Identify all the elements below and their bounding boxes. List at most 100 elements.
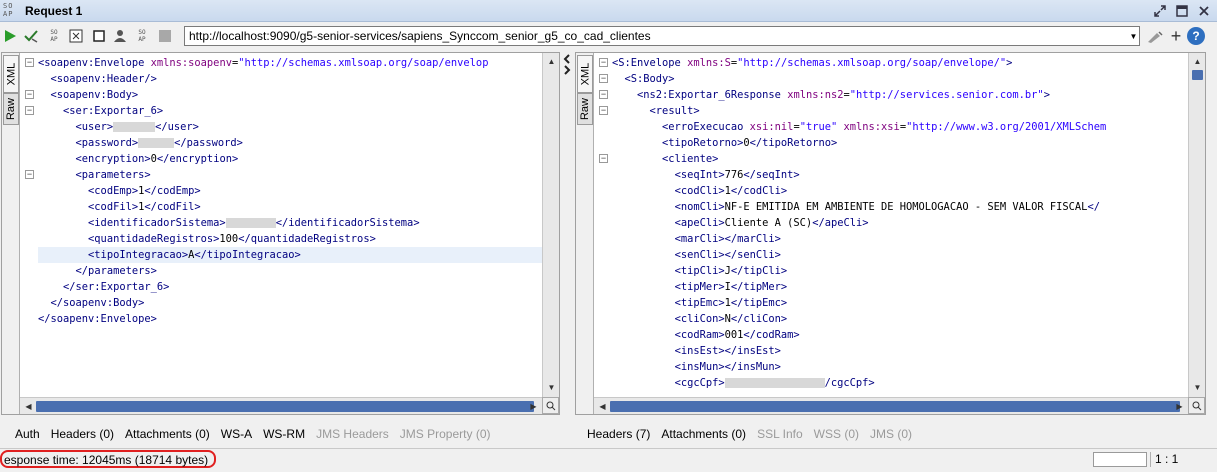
request-xml-code[interactable]: <soapenv:Envelope xmlns:soapenv="http://… [38,55,543,327]
code-line[interactable]: </ser:Exportar_6> [38,279,543,295]
tab-wss-0[interactable]: WSS (0) [814,427,859,441]
tab-xml-response[interactable]: XML [577,55,593,93]
tab-auth[interactable]: Auth [15,427,40,441]
tab-jms-0[interactable]: JMS (0) [870,427,912,441]
tab-ws-rm[interactable]: WS-RM [263,427,305,441]
zoom-fit-icon[interactable] [68,28,84,44]
scrollbar-thumb[interactable] [610,401,1180,412]
scroll-up-icon[interactable]: ▲ [1189,53,1206,70]
tab-jms-property-0[interactable]: JMS Property (0) [400,427,491,441]
fold-toggle-icon[interactable]: − [25,106,34,115]
chevron-down-icon[interactable]: ▼ [1127,27,1140,45]
fold-toggle-icon[interactable]: − [25,58,34,67]
code-line[interactable]: <tipMer>I</tipMer> [612,279,1188,295]
code-line[interactable]: <codFil>1</codFil> [38,199,543,215]
fold-toggle-icon[interactable]: − [599,74,608,83]
soap-action-icon[interactable]: SO AP [46,28,62,44]
code-line[interactable]: <insMun></insMun> [612,359,1188,375]
code-line[interactable]: <codEmp>1</codEmp> [38,183,543,199]
response-xml-code[interactable]: <S:Envelope xmlns:S="http://schemas.xmls… [612,55,1188,395]
zoom-icon[interactable] [542,397,559,414]
code-line[interactable]: <erroExecucao xsi:nil="true" xmlns:xsi="… [612,119,1188,135]
code-line[interactable]: <senCli></senCli> [612,247,1188,263]
scrollbar-thumb[interactable] [1192,70,1203,80]
code-line[interactable]: <S:Body> [612,71,1188,87]
tab-ssl-info[interactable]: SSL Info [757,427,803,441]
fold-toggle-icon[interactable]: − [599,106,608,115]
scroll-down-icon[interactable]: ▼ [543,379,560,396]
run-icon[interactable] [2,28,18,44]
response-horizontal-scrollbar[interactable]: ◀ ▶ [594,397,1188,414]
fold-toggle-icon[interactable]: − [599,58,608,67]
code-line[interactable]: <insEst></insEst> [612,343,1188,359]
fold-toggle-icon[interactable]: − [25,170,34,179]
code-line[interactable]: <user> </user> [38,119,543,135]
tab-attachments-0[interactable]: Attachments (0) [125,427,210,441]
endpoint-url-input[interactable]: http://localhost:9090/g5-senior-services… [184,26,1140,46]
code-line[interactable]: <tipoIntegracao>A</tipoIntegracao> [38,247,543,263]
tab-raw-response[interactable]: Raw [577,93,593,125]
code-line[interactable]: <parameters> [38,167,543,183]
code-line[interactable]: <soapenv:Body> [38,87,543,103]
scrollbar-thumb[interactable] [36,401,534,412]
tab-attachments-0[interactable]: Attachments (0) [661,427,746,441]
code-line[interactable]: <seqInt>776</seqInt> [612,167,1188,183]
add-icon[interactable]: + [1168,26,1184,46]
edit-endpoint-icon[interactable] [1147,29,1163,45]
code-line[interactable]: <marCli></marCli> [612,231,1188,247]
tab-jms-headers[interactable]: JMS Headers [316,427,389,441]
zoom-icon[interactable] [1188,397,1205,414]
tab-headers-7[interactable]: Headers (7) [587,427,650,441]
scroll-left-icon[interactable]: ◀ [594,398,611,415]
close-icon[interactable] [1195,2,1213,19]
scroll-down-icon[interactable]: ▼ [1189,379,1206,396]
code-line[interactable]: </parameters> [38,263,543,279]
scroll-right-icon[interactable]: ▶ [525,398,542,415]
maximize-icon[interactable] [1173,2,1191,19]
tab-ws-a[interactable]: WS-A [221,427,252,441]
tab-raw-request[interactable]: Raw [3,93,19,125]
fold-toggle-icon[interactable]: − [599,90,608,99]
request-horizontal-scrollbar[interactable]: ◀ ▶ [20,397,542,414]
code-line[interactable]: <cliente> [612,151,1188,167]
code-line[interactable]: <cliCon>N</cliCon> [612,311,1188,327]
code-line[interactable]: <codRam>001</codRam> [612,327,1188,343]
code-line[interactable]: <result> [612,103,1188,119]
code-line[interactable]: <tipCli>J</tipCli> [612,263,1188,279]
code-line[interactable]: </soapenv:Envelope> [38,311,543,327]
fold-toggle-icon[interactable]: − [25,90,34,99]
code-line[interactable]: <apeCli>Cliente A (SC)</apeCli> [612,215,1188,231]
checkbox-icon[interactable] [91,28,107,44]
code-line[interactable]: <cgcCpf>/cgcCpf> [612,375,1188,391]
user-icon[interactable] [112,28,128,44]
code-line[interactable]: <ser:Exportar_6> [38,103,543,119]
code-line[interactable]: <password> </password> [38,135,543,151]
tab-headers-0[interactable]: Headers (0) [51,427,114,441]
code-line[interactable]: <encryption>0</encryption> [38,151,543,167]
scroll-right-icon[interactable]: ▶ [1171,398,1188,415]
validate-icon[interactable] [23,28,39,44]
code-line[interactable]: <soapenv:Envelope xmlns:soapenv="http://… [38,55,543,71]
code-line[interactable]: <S:Envelope xmlns:S="http://schemas.xmls… [612,55,1188,71]
code-line[interactable]: <codCli>1</codCli> [612,183,1188,199]
code-line[interactable]: <soapenv:Header/> [38,71,543,87]
code-line[interactable]: </soapenv:Body> [38,295,543,311]
code-line[interactable]: <quantidadeRegistros>100</quantidadeRegi… [38,231,543,247]
soap-format-icon[interactable]: SO AP [134,28,150,44]
stop-icon[interactable] [157,28,173,44]
code-line[interactable]: <identificadorSistema> </identificadorSis… [38,215,543,231]
code-line[interactable]: <tipEmc>1</tipEmc> [612,295,1188,311]
fold-toggle-icon[interactable]: − [599,154,608,163]
tab-xml-request[interactable]: XML [3,55,19,93]
panel-splitter[interactable] [561,52,574,415]
detach-icon[interactable] [1151,2,1169,19]
request-vertical-scrollbar[interactable]: ▲ ▼ [542,53,559,398]
scroll-left-icon[interactable]: ◀ [20,398,37,415]
code-line[interactable]: <tipoRetorno>0</tipoRetorno> [612,135,1188,151]
scroll-up-icon[interactable]: ▲ [543,53,560,70]
help-icon[interactable]: ? [1187,27,1205,45]
cursor-position: 1 : 1 [1155,452,1179,466]
response-vertical-scrollbar[interactable]: ▲ ▼ [1188,53,1205,398]
code-line[interactable]: <nomCli>NF-E EMITIDA EM AMBIENTE DE HOMO… [612,199,1188,215]
code-line[interactable]: <ns2:Exportar_6Response xmlns:ns2="http:… [612,87,1188,103]
